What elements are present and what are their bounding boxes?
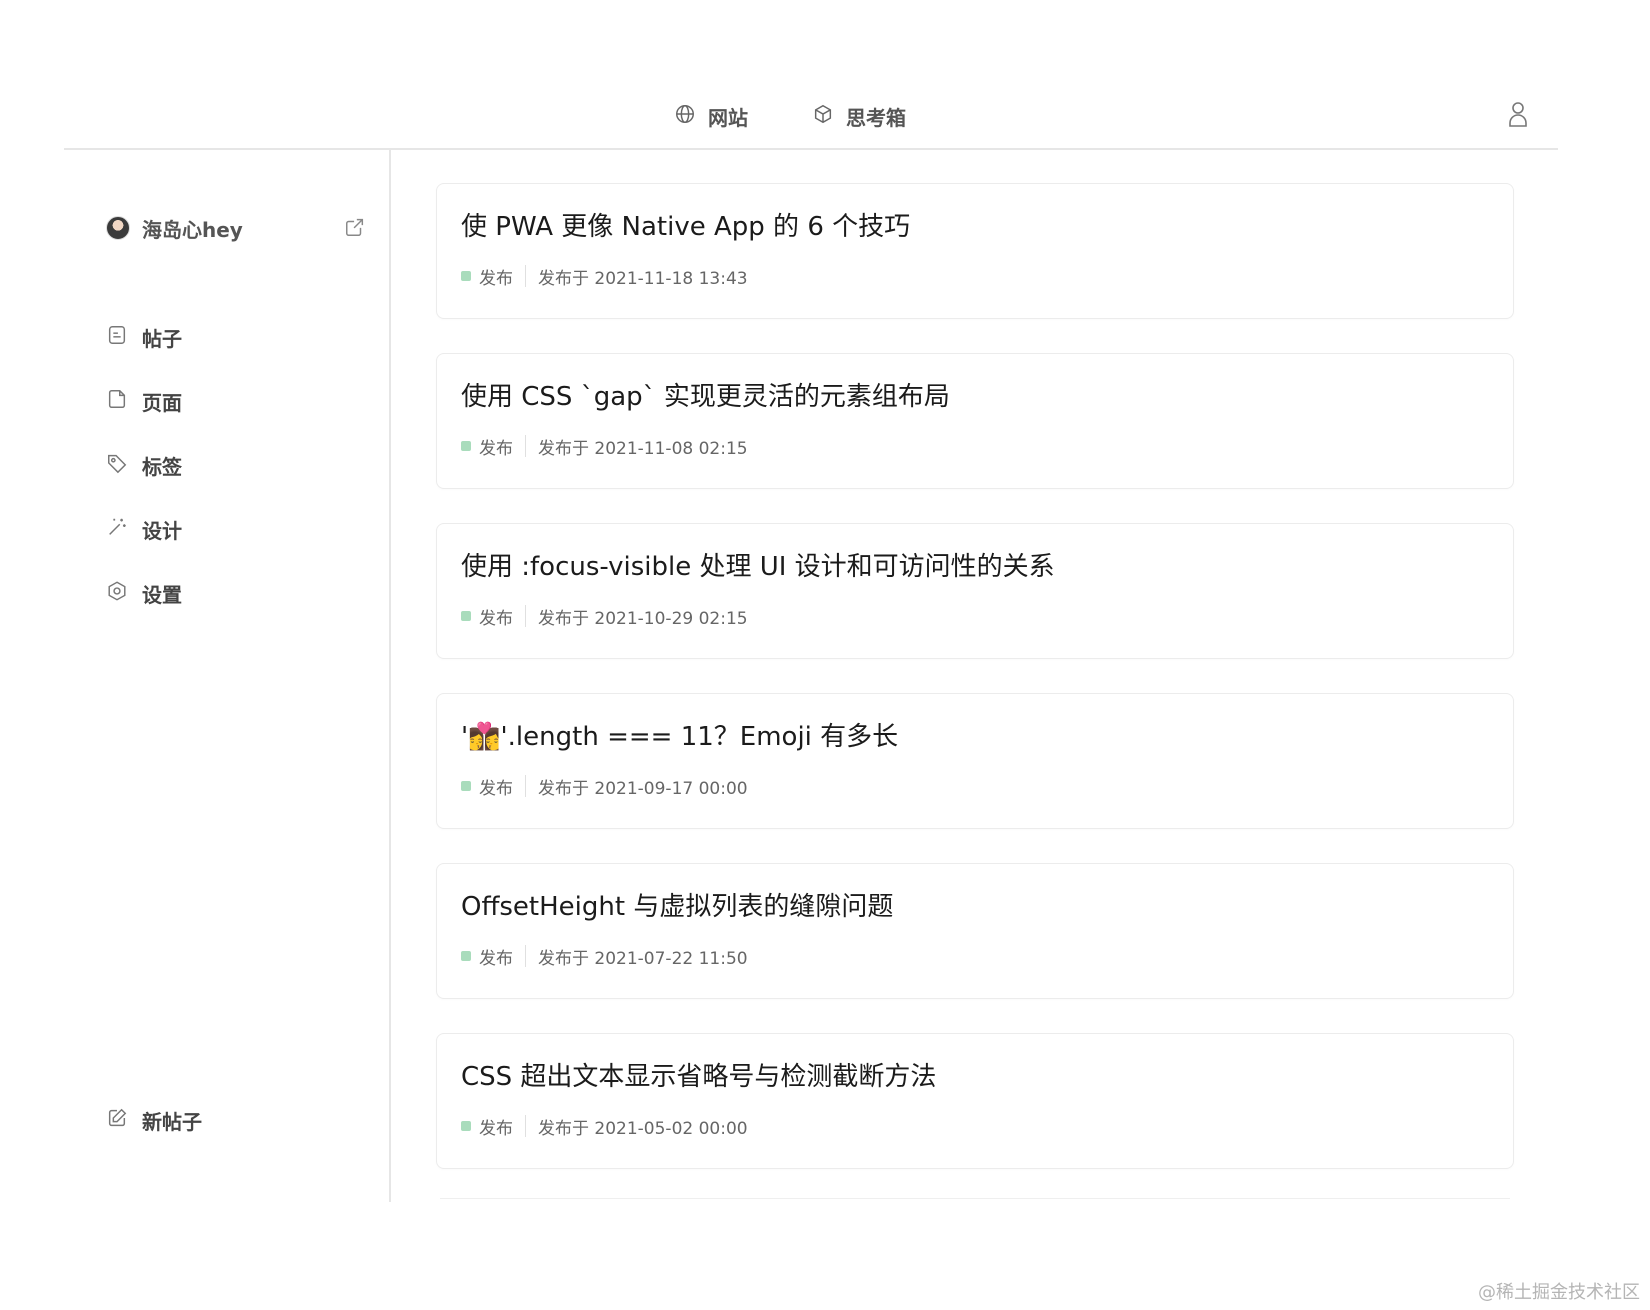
post-date: 发布于 2021-05-02 00:00 — [538, 1118, 748, 1139]
app-root: 网站 思考箱 海岛心hey 帖子 页面 标签 设计 设置 新帖子 使 PWA 更… — [0, 0, 1650, 1310]
post-title[interactable]: 使 PWA 更像 Native App 的 6 个技巧 — [461, 210, 1489, 244]
post-meta: 发布 发布于 2021-11-18 13:43 — [461, 264, 1489, 289]
nav-website-label: 网站 — [708, 105, 748, 130]
status-badge: 发布 — [479, 268, 513, 289]
post-list: 使 PWA 更像 Native App 的 6 个技巧 发布 发布于 2021-… — [436, 183, 1514, 1203]
profile: 海岛心hey — [106, 210, 368, 246]
post-meta: 发布 发布于 2021-07-22 11:50 — [461, 944, 1489, 969]
top-nav: 网站 思考箱 — [0, 0, 1650, 150]
post-meta: 发布 发布于 2021-11-08 02:15 — [461, 434, 1489, 459]
status-badge: 发布 — [479, 1118, 513, 1139]
sidebar-item-label: 设计 — [142, 518, 182, 543]
sidebar-item-label: 帖子 — [142, 326, 182, 351]
sidebar-menu: 帖子 页面 标签 设计 设置 — [106, 305, 366, 625]
meta-divider — [525, 1115, 526, 1137]
sidebar-item-settings[interactable]: 设置 — [106, 561, 366, 625]
list-bottom-divider — [440, 1198, 1510, 1199]
post-date: 发布于 2021-07-22 11:50 — [538, 948, 748, 969]
post-icon — [106, 324, 128, 351]
nav-website[interactable]: 网站 — [674, 100, 748, 132]
meta-divider — [525, 605, 526, 627]
edit-icon — [106, 1107, 128, 1134]
status-indicator — [461, 1121, 471, 1131]
sidebar-item-label: 页面 — [142, 390, 182, 415]
meta-divider — [525, 265, 526, 287]
status-indicator — [461, 781, 471, 791]
post-date: 发布于 2021-11-08 02:15 — [538, 438, 748, 459]
post-date: 发布于 2021-11-18 13:43 — [538, 268, 748, 289]
meta-divider — [525, 945, 526, 967]
status-indicator — [461, 271, 471, 281]
post-card[interactable]: 使 PWA 更像 Native App 的 6 个技巧 发布 发布于 2021-… — [436, 183, 1514, 319]
post-meta: 发布 发布于 2021-09-17 00:00 — [461, 774, 1489, 799]
new-post-label: 新帖子 — [142, 1109, 202, 1134]
sidebar-divider — [389, 150, 391, 1202]
new-post-button[interactable]: 新帖子 — [106, 1102, 202, 1138]
post-card[interactable]: OffsetHeight 与虚拟列表的缝隙问题 发布 发布于 2021-07-2… — [436, 863, 1514, 999]
nav-thinkbox[interactable]: 思考箱 — [812, 100, 906, 132]
post-date: 发布于 2021-09-17 00:00 — [538, 778, 748, 799]
sidebar-item-pages[interactable]: 页面 — [106, 369, 366, 433]
status-badge: 发布 — [479, 778, 513, 799]
meta-divider — [525, 775, 526, 797]
post-title[interactable]: CSS 超出文本显示省略号与检测截断方法 — [461, 1060, 1489, 1094]
tag-icon — [106, 452, 128, 479]
settings-icon — [106, 580, 128, 607]
page-icon — [106, 388, 128, 415]
nav-thinkbox-label: 思考箱 — [846, 105, 906, 130]
post-card[interactable]: CSS 超出文本显示省略号与检测截断方法 发布 发布于 2021-05-02 0… — [436, 1033, 1514, 1169]
sidebar-item-posts[interactable]: 帖子 — [106, 305, 366, 369]
sidebar-item-design[interactable]: 设计 — [106, 497, 366, 561]
post-date: 发布于 2021-10-29 02:15 — [538, 608, 748, 629]
sidebar-item-label: 标签 — [142, 454, 182, 479]
sidebar: 海岛心hey 帖子 页面 标签 设计 设置 新帖子 — [64, 150, 390, 1202]
profile-name[interactable]: 海岛心hey — [142, 214, 344, 243]
cube-icon — [812, 103, 834, 130]
post-card[interactable]: '👩‍❤️‍💋‍👩'.length === 11？Emoji 有多长 发布 发布… — [436, 693, 1514, 829]
external-link-icon[interactable] — [344, 216, 368, 240]
post-meta: 发布 发布于 2021-05-02 00:00 — [461, 1114, 1489, 1139]
status-badge: 发布 — [479, 608, 513, 629]
watermark: @稀土掘金技术社区 — [1478, 1282, 1640, 1303]
sidebar-item-label: 设置 — [142, 582, 182, 607]
status-badge: 发布 — [479, 438, 513, 459]
user-icon[interactable] — [1506, 100, 1530, 130]
magic-wand-icon — [106, 516, 128, 543]
status-indicator — [461, 611, 471, 621]
status-indicator — [461, 441, 471, 451]
post-title[interactable]: OffsetHeight 与虚拟列表的缝隙问题 — [461, 890, 1489, 924]
status-badge: 发布 — [479, 948, 513, 969]
post-title[interactable]: 使用 :focus-visible 处理 UI 设计和可访问性的关系 — [461, 550, 1489, 584]
post-meta: 发布 发布于 2021-10-29 02:15 — [461, 604, 1489, 629]
sidebar-item-tags[interactable]: 标签 — [106, 433, 366, 497]
avatar[interactable] — [106, 216, 130, 240]
post-title[interactable]: '👩‍❤️‍💋‍👩'.length === 11？Emoji 有多长 — [461, 720, 1489, 754]
post-card[interactable]: 使用 CSS `gap` 实现更灵活的元素组布局 发布 发布于 2021-11-… — [436, 353, 1514, 489]
status-indicator — [461, 951, 471, 961]
post-card[interactable]: 使用 :focus-visible 处理 UI 设计和可访问性的关系 发布 发布… — [436, 523, 1514, 659]
post-title[interactable]: 使用 CSS `gap` 实现更灵活的元素组布局 — [461, 380, 1489, 414]
meta-divider — [525, 435, 526, 457]
globe-icon — [674, 103, 696, 130]
